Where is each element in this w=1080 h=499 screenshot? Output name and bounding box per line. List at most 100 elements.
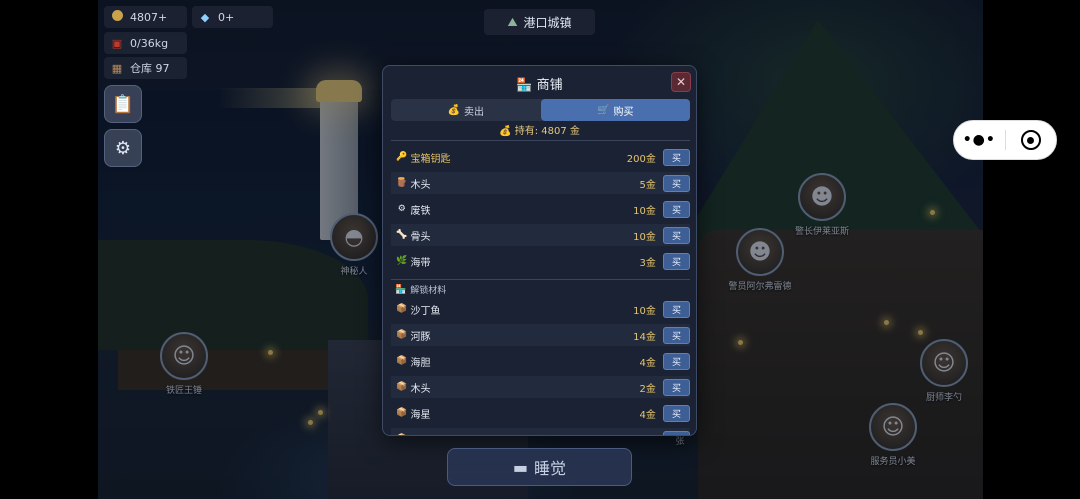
item-name: 废铁 (410, 205, 431, 217)
money-bag-icon: 💰 (499, 126, 512, 137)
close-button[interactable]: ✕ (671, 72, 691, 92)
close-ring-icon (1020, 130, 1041, 150)
storage-counter: ▦ 仓库 97 (104, 57, 187, 79)
letterbox-left (0, 0, 98, 499)
item-icon: 📦 (396, 356, 408, 366)
shop-item-row: 📦 沙丁鱼 10金买 (391, 298, 690, 320)
shop-title-text: 商铺 (536, 78, 563, 93)
item-name: 沙丁鱼 (410, 305, 441, 317)
bed-icon: ▬ (512, 457, 529, 477)
location-banner: ⛰ 港口城镇 (484, 9, 595, 35)
clipboard-icon: 📋 (111, 93, 135, 115)
gem-counter: ◆ 0+ (192, 6, 273, 28)
item-price: 2金 (639, 383, 656, 395)
item-name: 木头 (410, 383, 431, 395)
money-bag-icon: 💰 (447, 104, 460, 116)
weight-value: 0/36kg (130, 36, 169, 50)
shop-item-row: 🔑 宝箱钥匙 200金买 (391, 146, 690, 168)
shop-item-row: 🪵 木头 5金买 (391, 172, 690, 194)
item-icon: 📦 (396, 330, 408, 340)
item-icon: 📦 (396, 304, 408, 314)
buy-button[interactable]: 买 (662, 404, 690, 422)
buy-button[interactable]: 买 (662, 200, 690, 218)
item-name: 海胆 (410, 357, 431, 369)
letterbox-right (983, 0, 1080, 499)
divider (391, 279, 690, 280)
buy-button[interactable]: 买 (662, 226, 690, 244)
shop-title: 🏪 商铺 (383, 74, 696, 93)
more-dots-icon: •●• (962, 132, 996, 148)
item-icon: 📦 (396, 408, 408, 418)
weight-counter: ▣ 0/36kg (104, 32, 187, 54)
item-name: 宝箱钥匙 (410, 153, 451, 165)
cart-icon: 🛒 (597, 104, 610, 116)
tab-sell[interactable]: 💰 卖出 (391, 99, 541, 121)
item-price: 200金 (626, 153, 656, 165)
item-icon: 🦴 (396, 230, 408, 240)
shop-item-row: 📦 木头 2金买 (391, 376, 690, 398)
tab-label: 购买 (613, 106, 634, 118)
quest-log-button[interactable]: 📋 (104, 85, 142, 123)
item-icon: ⚙ (397, 204, 406, 214)
item-name: 木头 (410, 179, 431, 191)
gear-icon: ⚙ (114, 137, 132, 159)
shop-item-row: 🦴 骨头 10金买 (391, 224, 690, 246)
shop-item-row: 📦 海胆 4金买 (391, 350, 690, 372)
gem-value: 0+ (218, 10, 235, 24)
shop-item-row: 🌿 海带 3金买 (391, 250, 690, 272)
unlock-section-header: 🏪 解锁材料 (395, 283, 447, 297)
shop-item-row: 📦 海星 4金买 (391, 402, 690, 424)
buy-button[interactable]: 买 (662, 300, 690, 318)
map-icon: ⛰ (507, 14, 518, 29)
close-icon: ✕ (675, 75, 687, 89)
exit-button[interactable] (1005, 130, 1056, 150)
shop-dialog: 🏪 商铺 ✕ 💰 卖出 🛒 购买 💰 持有: 4807 金 🔑 宝箱钥匙 200金买… (382, 65, 697, 436)
more-options-button[interactable]: •●• (954, 132, 1005, 148)
item-icon: 📦 (395, 434, 409, 435)
shop-tabs: 💰 卖出 🛒 购买 (391, 99, 690, 121)
shop-item-row: ⚙ 废铁 10金买 (391, 198, 690, 220)
settings-button[interactable]: ⚙ (104, 129, 142, 167)
item-price: 14金 (633, 331, 656, 343)
shop-icon: 🏪 (395, 284, 407, 295)
item-icon: 🔑 (396, 152, 408, 162)
buy-button[interactable]: 买 (662, 252, 690, 270)
storage-value: 仓库 97 (130, 62, 170, 75)
item-name: 海带 (410, 257, 431, 269)
item-price: 10金 (633, 205, 656, 217)
gold-held: 💰 持有: 4807 金 (383, 122, 696, 137)
item-price: 5金 (639, 179, 656, 191)
location-name: 港口城镇 (523, 15, 572, 30)
box-icon: ▦ (111, 61, 123, 75)
sleep-label: 睡觉 (534, 459, 567, 478)
sleep-button[interactable]: ▬ 睡觉 (447, 448, 632, 486)
item-icon: 🪵 (396, 178, 408, 188)
item-price: 10金 (633, 231, 656, 243)
shop-item-row: 📦珍珠贝壳16金 买 (391, 428, 690, 436)
shop-icon: 🏪 (516, 78, 533, 93)
tab-buy[interactable]: 🛒 购买 (540, 99, 690, 121)
divider (391, 140, 690, 141)
gold-counter: 4807+ (104, 6, 187, 28)
item-price: 4金 (639, 357, 656, 369)
gold-held-text: 持有: 4807 金 (514, 126, 580, 137)
item-icon: 🌿 (396, 256, 408, 266)
item-name: 海星 (410, 409, 431, 421)
item-name: 珍珠贝壳 (411, 432, 585, 436)
buy-button[interactable]: 买 (662, 326, 690, 344)
unlock-section-label: 解锁材料 (410, 286, 447, 296)
buy-button[interactable]: 买 (662, 148, 690, 166)
coin-icon (110, 10, 124, 24)
buy-button[interactable]: 买 (662, 430, 690, 435)
item-name: 骨头 (410, 231, 431, 243)
item-price: 3金 (639, 257, 656, 269)
diamond-icon: ◆ (200, 10, 210, 24)
item-icon: 📦 (396, 382, 408, 392)
buy-button[interactable]: 买 (662, 378, 690, 396)
gold-value: 4807+ (130, 10, 168, 24)
tab-label: 卖出 (463, 106, 484, 118)
item-price: 4金 (639, 409, 656, 421)
buy-button[interactable]: 买 (662, 352, 690, 370)
buy-button[interactable]: 买 (662, 174, 690, 192)
backpack-icon: ▣ (111, 36, 123, 50)
